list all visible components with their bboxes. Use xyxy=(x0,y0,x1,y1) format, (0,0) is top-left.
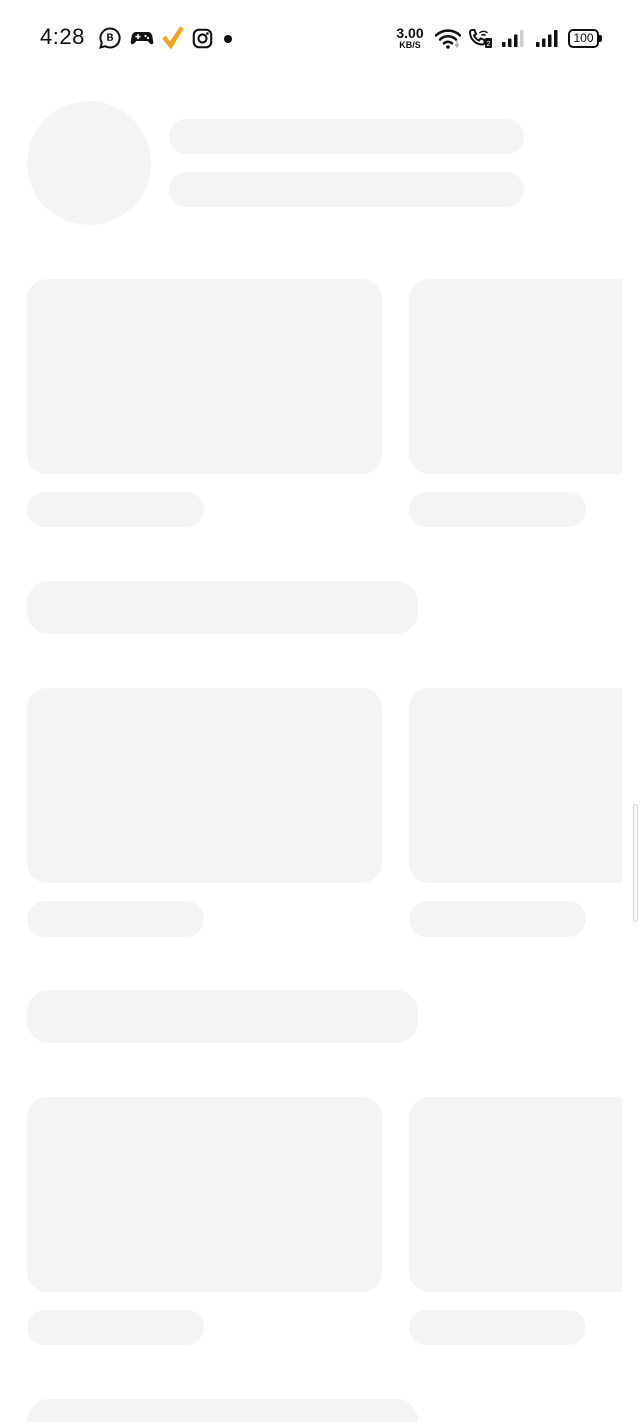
wifi-activity-icon xyxy=(455,40,459,48)
card-label-placeholder xyxy=(409,901,586,937)
section-header-placeholder xyxy=(27,1399,418,1422)
business-chat-icon xyxy=(99,27,121,49)
battery-level: 100 xyxy=(573,31,594,45)
game-controller-icon xyxy=(130,32,154,45)
network-speed: 3.00 KB/S xyxy=(394,26,426,50)
card-placeholder xyxy=(409,1097,622,1292)
card-label-placeholder xyxy=(409,492,586,527)
section-header-placeholder xyxy=(27,990,418,1043)
wifi-calling-icon: 2 xyxy=(468,29,492,48)
card-placeholder xyxy=(409,279,622,474)
instagram-icon xyxy=(192,28,213,49)
card-placeholder xyxy=(409,688,622,883)
status-time: 4:28 xyxy=(40,24,85,49)
svg-text:2: 2 xyxy=(487,41,491,48)
subtitle-line-placeholder xyxy=(169,172,524,207)
card-label-placeholder xyxy=(27,1310,204,1345)
scrollbar[interactable] xyxy=(633,804,638,922)
network-speed-unit: KB/S xyxy=(399,40,421,50)
card-label-placeholder xyxy=(409,1310,586,1345)
more-notifications-dot xyxy=(224,35,232,43)
section-header-placeholder xyxy=(27,581,418,634)
card-label-placeholder xyxy=(27,492,204,527)
card-placeholder xyxy=(27,279,382,474)
network-speed-value: 3.00 xyxy=(396,25,424,41)
signal-sim2-icon xyxy=(536,30,558,47)
avatar-placeholder xyxy=(27,101,151,225)
card-placeholder xyxy=(27,688,382,883)
status-bar: 4:28 3.00 KB/S 2 100 xyxy=(0,0,640,78)
signal-sim1-icon xyxy=(502,30,524,47)
title-line-placeholder xyxy=(169,119,524,154)
card-label-placeholder xyxy=(27,901,204,937)
battery-icon: 100 xyxy=(568,29,602,48)
card-placeholder xyxy=(27,1097,382,1292)
checkmark-app-icon xyxy=(162,26,184,50)
